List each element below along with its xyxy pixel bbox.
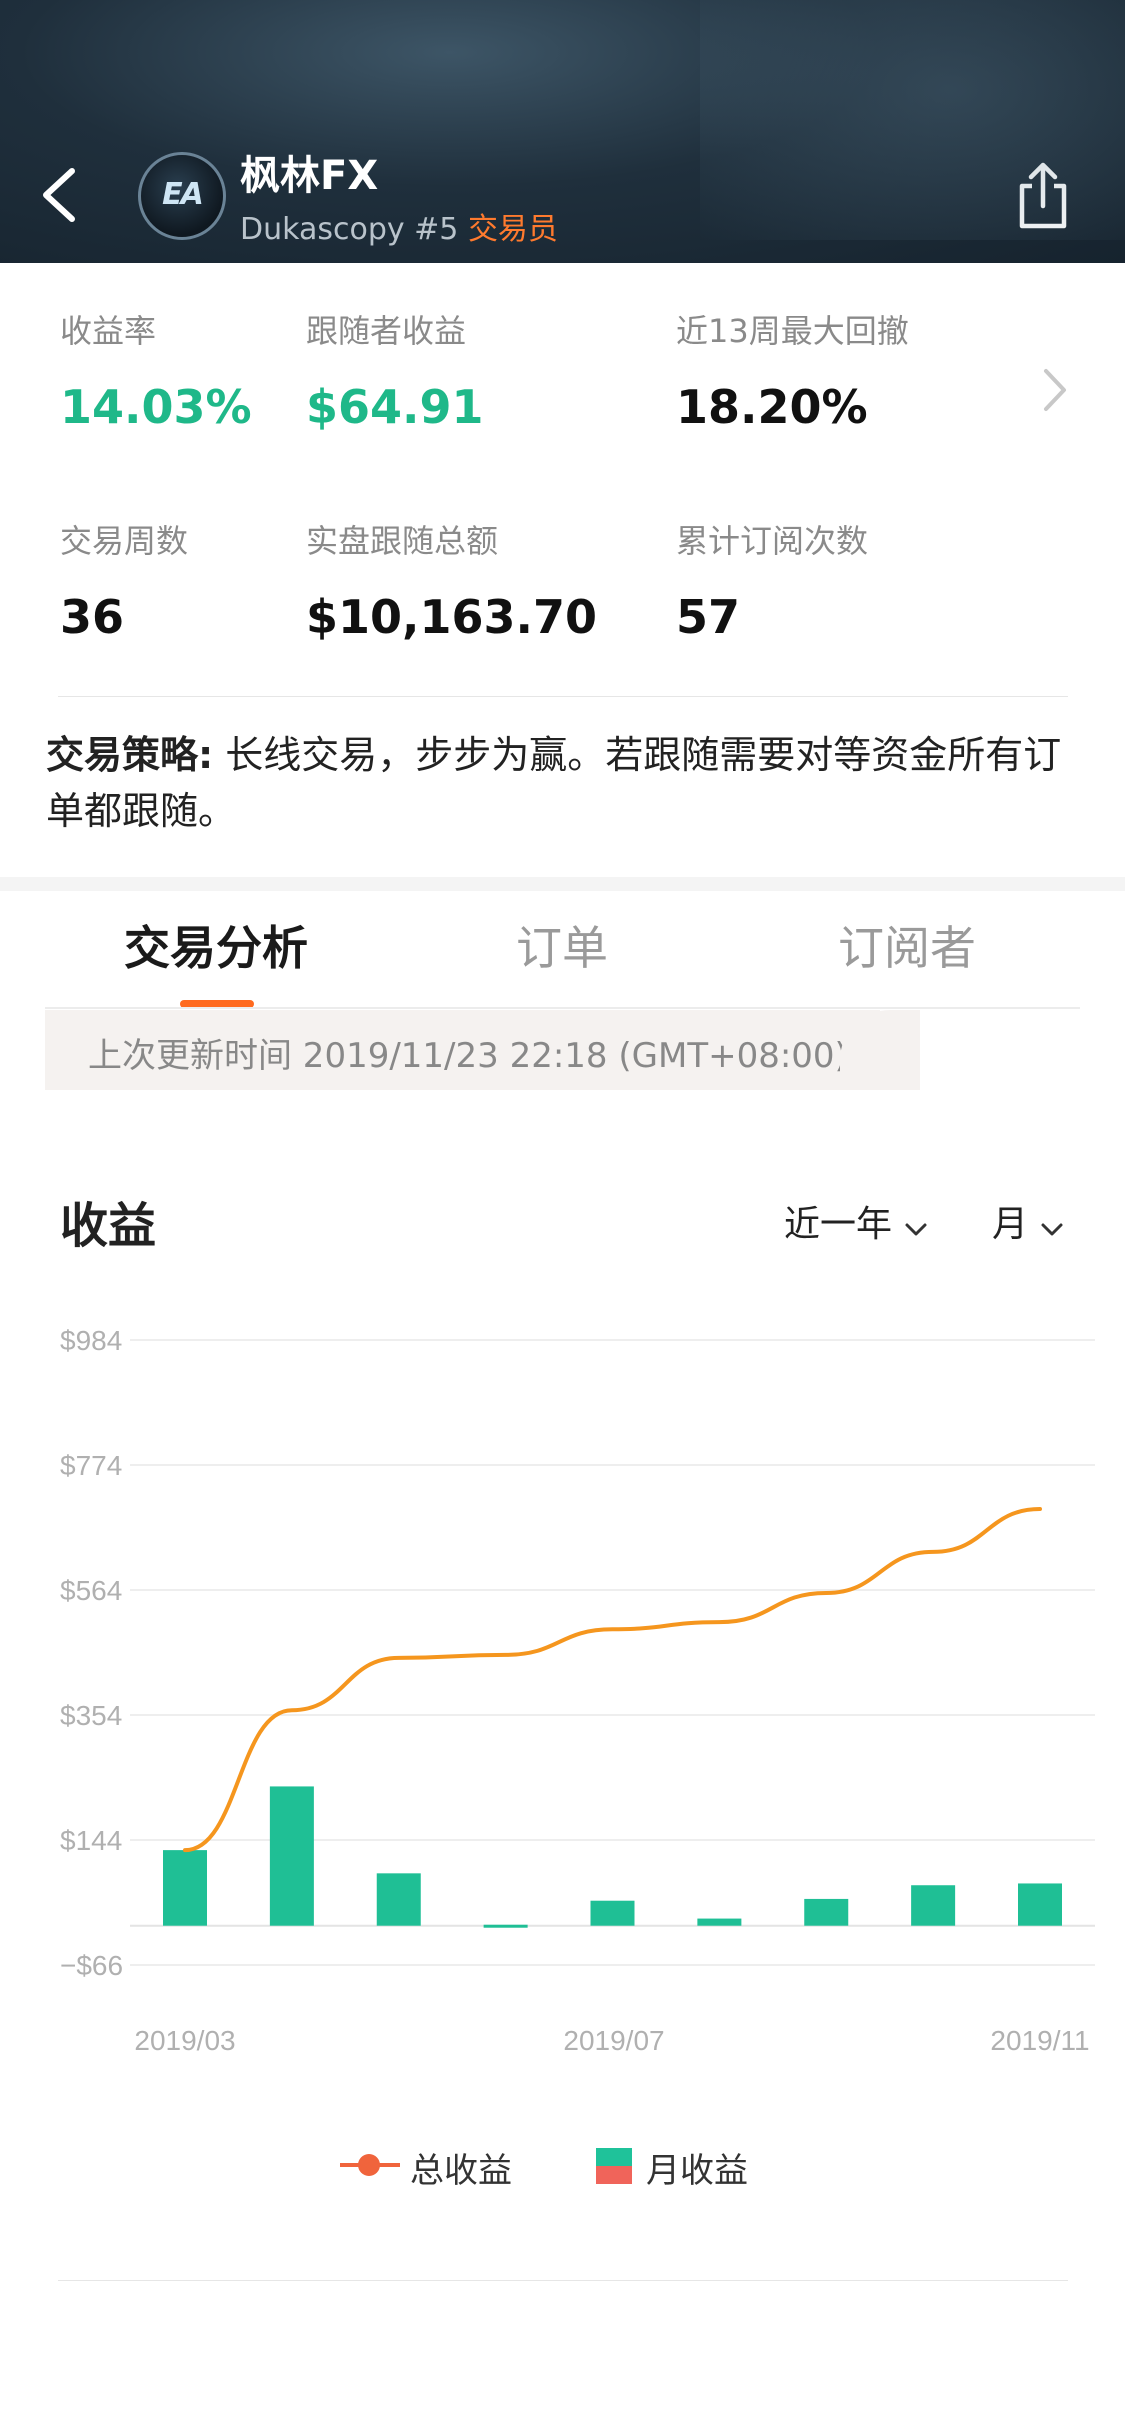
monthly-profit-bar [483, 1924, 528, 1928]
monthly-profit-bar [911, 1885, 956, 1926]
divider [58, 2280, 1068, 2281]
x-tick-label: 2019/03 [134, 2025, 235, 2056]
divider [58, 696, 1068, 697]
chevron-down-icon [1040, 1206, 1064, 1247]
section-separator [0, 877, 1125, 891]
period-filter-dropdown[interactable]: 近一年 [784, 1195, 928, 1247]
x-tick-label: 2019/07 [563, 2025, 664, 2056]
back-button[interactable] [30, 155, 90, 235]
monthly-profit-bar [590, 1900, 635, 1926]
monthly-profit-bar [697, 1918, 742, 1926]
profit-section-title: 收益 [60, 1198, 157, 1254]
legend-bar-marker [596, 2148, 632, 2184]
stat-value-return-rate: 14.03% [60, 380, 252, 434]
share-button[interactable] [1012, 160, 1074, 232]
trader-name: 枫林FX [240, 153, 379, 199]
chevron-down-icon [904, 1206, 928, 1247]
y-tick-label: $354 [60, 1700, 122, 1731]
avatar-logo-text: EA [162, 177, 204, 212]
monthly-profit-bar [804, 1898, 849, 1926]
stat-label-return-rate: 收益率 [60, 312, 157, 350]
avatar[interactable]: EA [138, 152, 226, 240]
y-tick-label: −$66 [60, 1950, 123, 1981]
stat-label-max-drawdown: 近13周最大回撤 [676, 312, 909, 350]
stat-value-follower-profit: $64.91 [306, 380, 484, 434]
legend-total-profit[interactable]: 总收益 [410, 2143, 512, 2192]
stat-label-trade-weeks: 交易周数 [60, 522, 189, 560]
tab-subscribers[interactable]: 订阅者 [838, 912, 976, 978]
role-badge: 交易员 [467, 212, 558, 247]
chevron-left-icon [43, 168, 75, 222]
stat-value-subscriptions: 57 [676, 590, 741, 644]
y-tick-label: $564 [60, 1575, 122, 1606]
trader-subtitle: Dukascopy #5 交易员 [240, 204, 558, 248]
profit-chart[interactable]: $984 $774 $564 $354 $144 −$66 2019/03 2019/07 2… [0, 1300, 1125, 2080]
strategy-text: 交易策略: 长线交易，步步为赢。若跟随需要对等资金所有订单都跟随。 [46, 727, 1086, 839]
monthly-profit-bar [163, 1850, 207, 1926]
stats-more-button[interactable] [1040, 365, 1070, 415]
monthly-profit-bar [1018, 1883, 1062, 1926]
granularity-filter-label: 月 [992, 1204, 1029, 1245]
granularity-filter-dropdown[interactable]: 月 [992, 1195, 1064, 1247]
tab-trade-analysis[interactable]: 交易分析 [124, 912, 308, 978]
strategy-label: 交易策略: [46, 733, 214, 777]
platform-rank: Dukascopy #5 [240, 212, 459, 247]
legend-dot-marker [358, 2154, 380, 2176]
stat-label-follower-profit: 跟随者收益 [306, 312, 467, 350]
stat-label-follow-total: 实盘跟随总额 [306, 522, 499, 560]
stat-value-trade-weeks: 36 [60, 590, 125, 644]
y-tick-label: $774 [60, 1450, 122, 1481]
share-icon [1019, 162, 1067, 229]
legend-monthly-profit[interactable]: 月收益 [646, 2143, 748, 2192]
y-tick-label: $144 [60, 1825, 122, 1856]
tab-orders[interactable]: 订单 [516, 912, 608, 978]
last-update-text: 上次更新时间 2019/11/23 22:18 (GMT+08:00) [88, 1036, 848, 1076]
update-time-bar: 上次更新时间 2019/11/23 22:18 (GMT+08:00) [45, 1010, 880, 1090]
x-tick-label: 2019/11 [990, 2025, 1089, 2056]
stat-label-subscriptions: 累计订阅次数 [676, 522, 869, 560]
trader-header: EA 枫林FX Dukascopy #5 交易员 [0, 0, 1125, 263]
stat-value-max-drawdown: 18.20% [676, 380, 868, 434]
tabs-divider [45, 1007, 1080, 1009]
chevron-right-icon [1044, 369, 1066, 411]
period-filter-label: 近一年 [784, 1204, 893, 1245]
y-tick-label: $984 [60, 1325, 122, 1356]
monthly-profit-bar [269, 1786, 314, 1926]
stat-value-follow-total: $10,163.70 [306, 590, 598, 644]
monthly-profit-bar [376, 1873, 421, 1926]
